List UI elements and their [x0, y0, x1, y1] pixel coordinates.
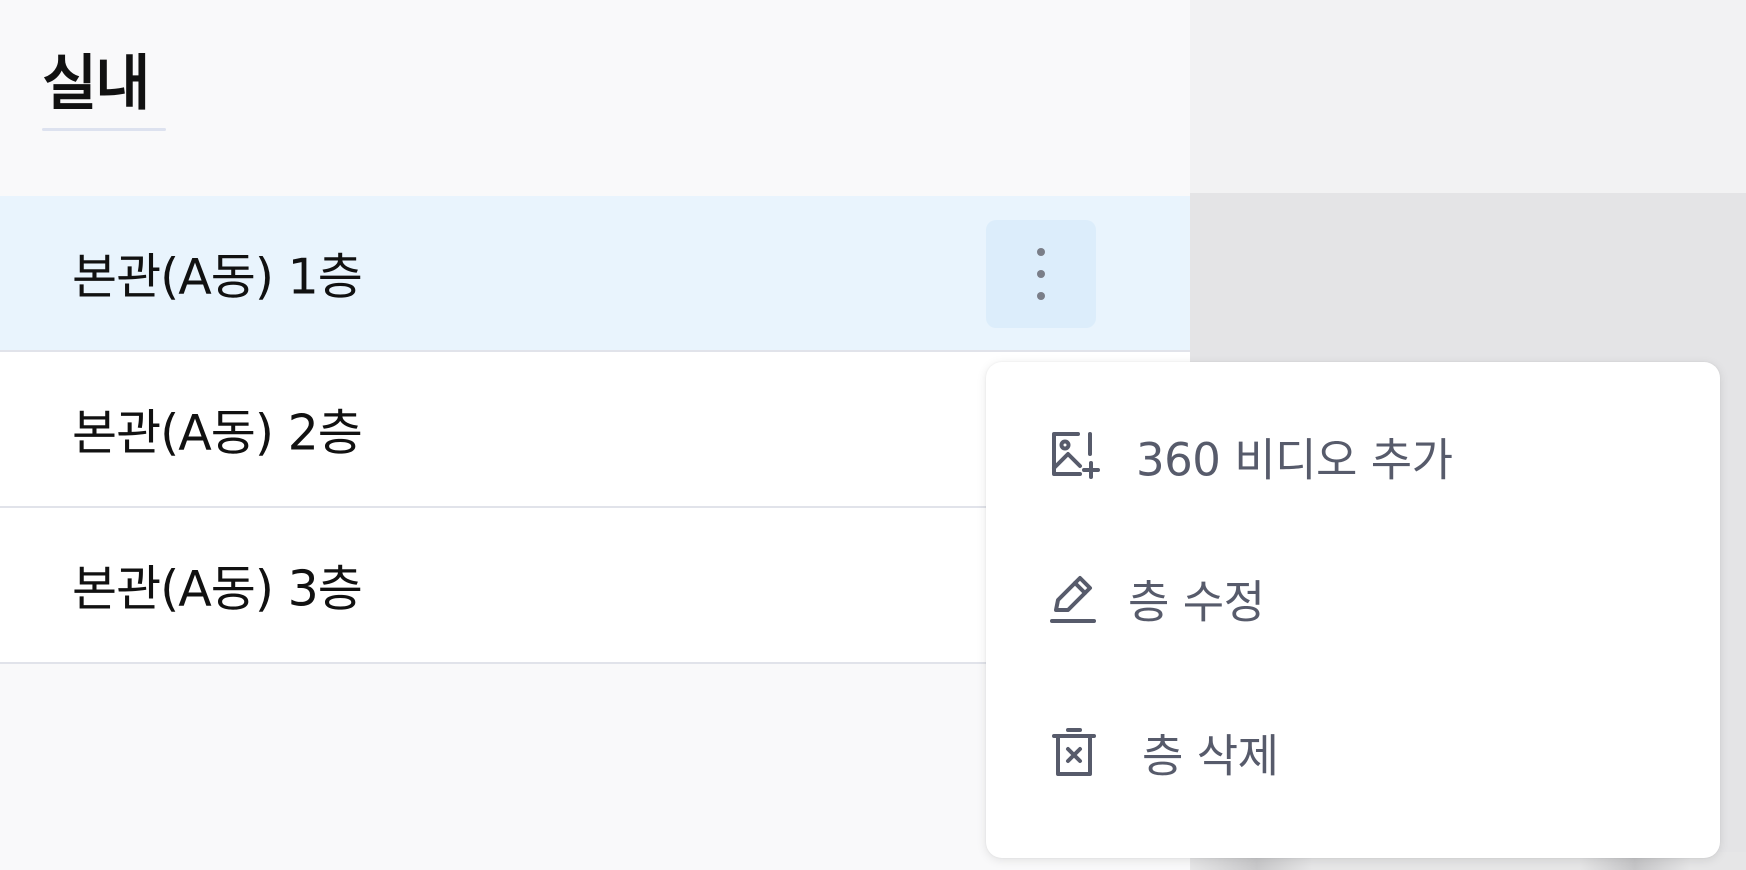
floor-label: 본관(A동) 1층: [72, 248, 363, 306]
menu-item-label: 층 삭제: [1142, 729, 1279, 783]
floor-label: 본관(A동) 2층: [72, 404, 363, 462]
add-image-icon: [1052, 432, 1100, 479]
trash-icon: [1052, 728, 1096, 776]
menu-item-add-360-video[interactable]: 360 비디오 추가: [986, 396, 1720, 516]
more-options-button[interactable]: [986, 220, 1096, 328]
section-title-underline: [42, 128, 166, 131]
kebab-dot: [1037, 248, 1045, 256]
pencil-icon: [1050, 576, 1096, 623]
menu-item-edit-floor[interactable]: 층 수정: [986, 538, 1720, 658]
floor-label: 본관(A동) 3층: [72, 560, 363, 618]
section-title: 실내: [42, 49, 150, 119]
floor-row-1[interactable]: 본관(A동) 1층: [0, 196, 1190, 352]
kebab-dot: [1037, 270, 1045, 278]
viewer-header-area: [1190, 0, 1746, 193]
menu-item-label: 층 수정: [1128, 575, 1265, 629]
floor-context-menu: 360 비디오 추가 층 수정 층 삭제: [986, 362, 1720, 858]
menu-item-label: 360 비디오 추가: [1136, 433, 1453, 487]
menu-item-delete-floor[interactable]: 층 삭제: [986, 692, 1720, 812]
kebab-dot: [1037, 292, 1045, 300]
